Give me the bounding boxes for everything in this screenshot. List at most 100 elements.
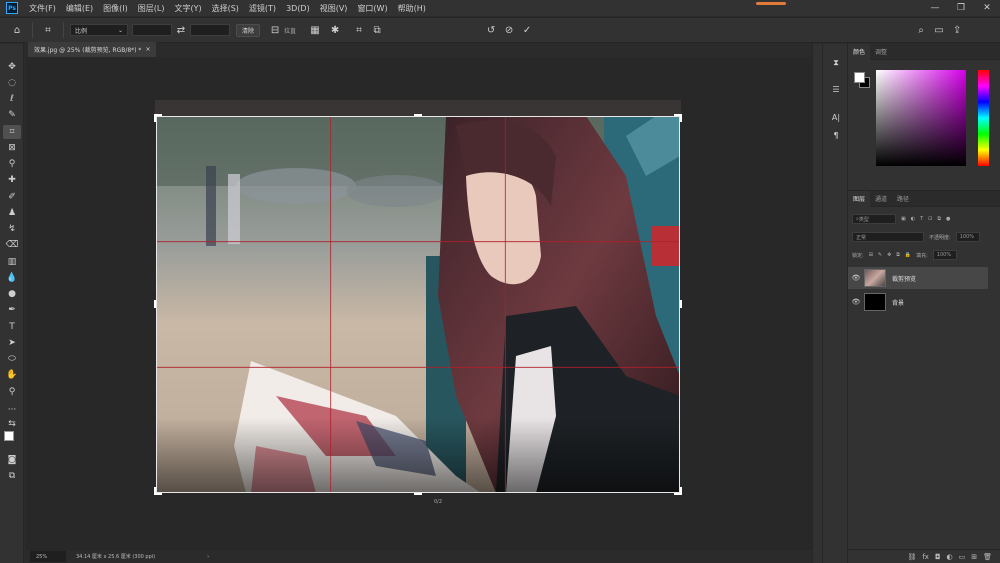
gear-icon[interactable]: ✱ [326, 21, 344, 39]
brush-tool-icon[interactable]: ✐ [3, 190, 21, 204]
more-tools-icon[interactable]: ··· [3, 403, 21, 417]
commit-icon[interactable]: ✓ [518, 21, 536, 39]
character-panel-icon[interactable]: A| [828, 110, 844, 124]
zoom-tool-icon[interactable]: ⚲ [3, 385, 21, 399]
move-tool-icon[interactable]: ✥ [3, 60, 21, 74]
blend-mode-select[interactable]: 正常 [852, 232, 924, 242]
tab-adjustments[interactable]: 调整 [870, 44, 892, 60]
delete-cropped-icon[interactable]: ⌗ [350, 21, 368, 39]
straighten-icon[interactable]: ⊟ [266, 21, 284, 39]
new-group-icon[interactable]: ▭ [959, 553, 966, 561]
menu-select[interactable]: 选择(S) [207, 3, 244, 14]
trash-icon[interactable]: 🗑 [983, 553, 992, 561]
healing-brush-tool-icon[interactable]: ✚ [3, 173, 21, 187]
add-mask-icon[interactable]: ◘ [935, 553, 941, 561]
lock-paint-icon[interactable]: ✎ [878, 252, 882, 258]
menu-layer[interactable]: 图层(L) [133, 3, 170, 14]
history-panel-icon[interactable]: ⧗ [828, 56, 844, 70]
screen-mode-icon[interactable]: ⧉ [3, 469, 21, 483]
crop-handle-top-right-v[interactable] [680, 114, 682, 122]
foreground-color-swatch[interactable] [4, 431, 14, 441]
adjustment-layer-icon[interactable]: ◐ [947, 553, 953, 561]
chevron-right-icon[interactable]: › [207, 554, 209, 560]
fill-input[interactable]: 100% [932, 250, 957, 260]
crop-tool-icon[interactable]: ⌗ [3, 125, 21, 139]
document-tab[interactable]: 效果.jpg @ 25% (裁剪预览, RGB/8*) * × [28, 42, 157, 57]
menu-image[interactable]: 图像(I) [98, 3, 133, 14]
menu-type[interactable]: 文字(Y) [169, 3, 206, 14]
clear-button[interactable]: 清除 [236, 23, 261, 37]
layer-row[interactable]: 👁 背景 [848, 291, 988, 313]
frame-tool-icon[interactable]: ⊠ [3, 141, 21, 155]
lock-artboard-icon[interactable]: ⧉ [896, 252, 900, 258]
eyedropper-tool-icon[interactable]: ⚲ [3, 157, 21, 171]
tab-color[interactable]: 颜色 [848, 43, 871, 60]
crop-handle-bottom-left-v[interactable] [154, 487, 156, 495]
hand-tool-icon[interactable]: ✋ [3, 368, 21, 382]
filter-smart-icon[interactable]: ⧉ [937, 216, 941, 222]
crop-handle-left[interactable] [154, 300, 156, 308]
straighten-label[interactable]: 拉直 [284, 26, 296, 35]
menu-3d[interactable]: 3D(D) [281, 4, 315, 13]
history-brush-tool-icon[interactable]: ↯ [3, 222, 21, 236]
crop-handle-top[interactable] [414, 114, 422, 116]
type-tool-icon[interactable]: T [3, 320, 21, 334]
search-icon[interactable]: ⌕ [912, 21, 930, 39]
foreground-swatch[interactable] [854, 72, 865, 83]
filter-pixel-icon[interactable]: ▣ [901, 216, 906, 222]
swap-icon[interactable]: ⇄ [172, 21, 190, 39]
gradient-tool-icon[interactable]: ▥ [3, 255, 21, 269]
new-layer-icon[interactable]: ⊞ [971, 553, 977, 561]
path-select-tool-icon[interactable]: ➤ [3, 336, 21, 350]
filter-type-icon[interactable]: T [920, 216, 923, 222]
tab-paths[interactable]: 路径 [892, 191, 914, 207]
clone-stamp-tool-icon[interactable]: ♟ [3, 206, 21, 220]
ratio-select[interactable]: 比例 ⌄ [70, 24, 128, 36]
width-input[interactable] [132, 24, 172, 36]
crop-frame[interactable] [156, 116, 680, 493]
eye-icon[interactable]: 👁 [848, 298, 864, 306]
restore-button[interactable]: ❐ [948, 0, 974, 16]
shape-tool-icon[interactable]: ⬭ [3, 352, 21, 366]
blur-tool-icon[interactable]: 💧 [3, 271, 21, 285]
menu-window[interactable]: 窗口(W) [352, 3, 392, 14]
undo-icon[interactable]: ↺ [482, 21, 500, 39]
quick-select-tool-icon[interactable]: ✎ [3, 108, 21, 122]
pen-tool-icon[interactable]: ✒ [3, 303, 21, 317]
overlay-grid-icon[interactable]: ▦ [306, 21, 324, 39]
lock-all-icon[interactable]: 🔒 [905, 252, 911, 258]
lock-position-icon[interactable]: ✥ [887, 252, 891, 258]
crop-handle-top-left-v[interactable] [154, 114, 156, 122]
content-aware-icon[interactable]: ⧉ [368, 21, 386, 39]
vertical-scrollbar[interactable] [812, 44, 822, 563]
close-window-button[interactable]: ✕ [974, 0, 1000, 16]
lock-pixels-icon[interactable]: ⊞ [869, 252, 873, 258]
link-layers-icon[interactable]: ⛓ [907, 553, 916, 561]
tab-layers[interactable]: 图层 [848, 190, 871, 207]
close-icon[interactable]: × [145, 46, 150, 53]
crop-tool-preset-icon[interactable]: ⌗ [39, 21, 57, 39]
menu-edit[interactable]: 编辑(E) [61, 3, 98, 14]
crop-handle-bottom[interactable] [414, 493, 422, 495]
filter-shape-icon[interactable]: ⊡ [928, 216, 932, 222]
eraser-tool-icon[interactable]: ⌫ [3, 238, 21, 252]
workspace-icon[interactable]: ▭ [930, 21, 948, 39]
menu-help[interactable]: 帮助(H) [393, 3, 431, 14]
lasso-tool-icon[interactable]: ℓ [3, 92, 21, 106]
properties-panel-icon[interactable]: ☰ [828, 82, 844, 96]
eye-icon[interactable]: 👁 [848, 274, 864, 282]
crop-handle-bottom-right-v[interactable] [680, 487, 682, 495]
layer-filter-select[interactable]: ⌕ 类型 [852, 214, 896, 224]
minimize-button[interactable]: — [922, 0, 948, 16]
zoom-level-field[interactable]: 25% [30, 551, 66, 562]
filter-toggle-icon[interactable]: ● [946, 216, 950, 222]
height-input[interactable] [190, 24, 230, 36]
quick-mask-icon[interactable]: ◙ [3, 453, 21, 467]
filter-adjust-icon[interactable]: ◐ [911, 216, 915, 222]
marquee-tool-icon[interactable]: ◌ [3, 76, 21, 90]
home-icon[interactable]: ⌂ [8, 21, 26, 39]
layer-style-icon[interactable]: fx [922, 553, 929, 561]
cancel-icon[interactable]: ⊘ [500, 21, 518, 39]
color-picker-field[interactable] [876, 70, 966, 166]
swap-colors-icon[interactable]: ⇆ [3, 417, 21, 431]
